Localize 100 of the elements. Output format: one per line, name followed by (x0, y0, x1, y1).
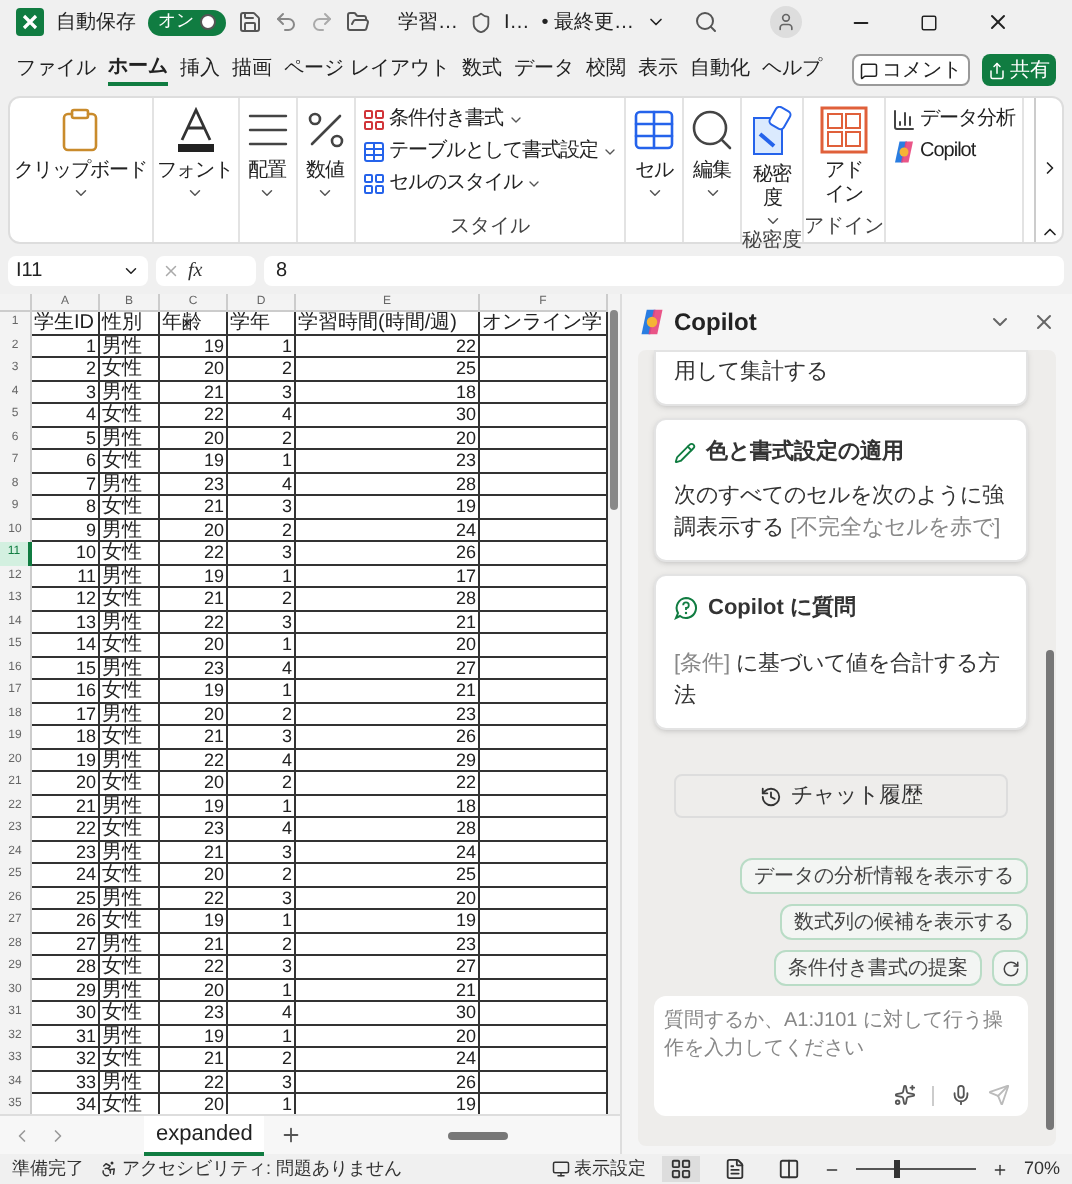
save-icon[interactable] (238, 10, 262, 34)
menu-tab[interactable]: ホーム (108, 54, 168, 86)
caret-icon (258, 184, 276, 202)
folder-icon[interactable] (346, 10, 370, 34)
table-cell: 26 (296, 726, 480, 749)
suggestion-card[interactable]: 色と書式設定の適用 次のすべてのセルを次のように強調表示する [不完全なセルを赤で] (654, 418, 1028, 561)
table-cell: 男性 (100, 841, 160, 864)
comment-button[interactable]: コメント (852, 54, 970, 86)
table-cell: 30 (296, 404, 480, 427)
menu-tab[interactable]: 挿入 (180, 56, 220, 84)
table-cell: 21 (160, 588, 228, 611)
ribbon-button[interactable]: アドイン (816, 98, 872, 208)
formula-field[interactable]: 8 (264, 255, 1064, 285)
menu-tab[interactable]: 校閲 (585, 56, 626, 84)
table-cell: 女性 (100, 910, 160, 933)
ribbon-button[interactable]: 数値 (297, 98, 353, 202)
chat-history-button[interactable]: チャット履歴 (674, 774, 1008, 818)
add-sheet-icon[interactable] (280, 1124, 303, 1146)
insert-function-button[interactable]: fx (188, 255, 203, 285)
menu-tab[interactable]: 表示 (637, 56, 678, 84)
menu-tab[interactable]: 数式 (461, 56, 502, 84)
save-status[interactable]: • 最終更… (541, 7, 635, 37)
zoom-slider[interactable] (855, 1160, 976, 1178)
display-settings[interactable]: 表示設定 (551, 1155, 646, 1183)
table-cell: 19 (160, 795, 228, 818)
table-cell: 女性 (100, 634, 160, 657)
name-box[interactable]: I11 (8, 255, 148, 285)
table-cell: 9 (32, 519, 100, 542)
close-icon[interactable] (986, 10, 1011, 34)
table-cell: 25 (296, 358, 480, 381)
vertical-scrollbar[interactable] (608, 294, 620, 1114)
view-button[interactable] (661, 1156, 700, 1182)
share-button[interactable]: 共有 (982, 54, 1056, 86)
table-cell: 3 (228, 887, 296, 910)
ribbon-button[interactable]: フォント (153, 98, 237, 202)
ribbon-menu-item[interactable]: 条件付き書式 (361, 106, 618, 132)
table-cell: 18 (296, 795, 480, 818)
avatar[interactable] (770, 6, 803, 38)
menu-tab[interactable]: 自動化 (689, 56, 750, 84)
normal-view-icon (669, 1158, 692, 1180)
refresh-button[interactable] (992, 950, 1028, 986)
comment-icon (860, 61, 878, 79)
table-cell: 20 (296, 1025, 480, 1048)
menu-tab[interactable]: ヘルプ (761, 56, 822, 84)
zoom-in-icon[interactable] (991, 1161, 1008, 1177)
suggestion-card[interactable]: Copilot に質問 [条件] に基づいて値を合計する方法 (654, 573, 1028, 730)
table-cell: 23 (160, 818, 228, 841)
sparkle-icon[interactable] (894, 1084, 916, 1106)
autosave-toggle[interactable]: オン (148, 9, 226, 35)
table-cell: 2 (228, 427, 296, 450)
ribbon-menu-item[interactable]: テーブルとして書式設定 (361, 138, 618, 164)
ribbon-menu-item[interactable]: データ分析 (892, 106, 1015, 132)
suggestion-chip[interactable]: データの分析情報を表示する (740, 858, 1028, 894)
table-cell: 29 (296, 749, 480, 772)
table-cell: 19 (32, 749, 100, 772)
prompt-input[interactable]: 質問するか、A1:J101 に対して行う操作を入力してください (654, 996, 1028, 1116)
group-label: 秘密度 (742, 230, 802, 254)
ribbon-menu-item[interactable]: Copilot (892, 138, 1015, 164)
table-cell: 21 (32, 795, 100, 818)
status-text: 準備完了 (12, 1155, 84, 1182)
suggestion-chip[interactable]: 数式列の候補を表示する (780, 904, 1028, 940)
ribbon-button[interactable]: 秘密度 (746, 98, 798, 230)
table-cell: 19 (160, 450, 228, 473)
suggestion-card[interactable]: 用して集計する (654, 350, 1028, 406)
group-label: スタイル (449, 216, 530, 240)
table-cell: 27 (296, 657, 480, 680)
file-name[interactable]: 学習… (398, 7, 458, 37)
slider-thumb[interactable] (894, 1160, 901, 1178)
search-icon[interactable] (694, 10, 719, 34)
undo-icon[interactable] (274, 10, 298, 34)
card-text: 用して集計する (674, 357, 830, 388)
table-cell: 4 (228, 1002, 296, 1025)
suggestion-chip[interactable]: 条件付き書式の提案 (774, 950, 982, 986)
table-cell: 17 (296, 565, 480, 588)
caret-icon (703, 184, 721, 202)
sensitivity-label[interactable]: I… (504, 7, 530, 37)
caret-icon (186, 184, 204, 202)
sheet-tab[interactable]: expanded (144, 1115, 265, 1155)
table-cell: 女性 (100, 1048, 160, 1071)
table-cell: 19 (296, 910, 480, 933)
ribbon-button[interactable]: 配置 (239, 98, 295, 202)
caret-icon (763, 212, 781, 230)
table-cell: 男性 (100, 657, 160, 680)
menu-tab[interactable]: ページ レイアウト (284, 56, 450, 84)
table-cell: 1 (228, 634, 296, 657)
menu-tab[interactable]: 描画 (232, 56, 272, 84)
ribbon-menu-item[interactable]: セルのスタイル (361, 170, 618, 196)
ribbon-button[interactable]: クリップボード (10, 98, 151, 202)
microphone-icon[interactable] (950, 1084, 972, 1106)
ribbon-button[interactable]: セル (626, 98, 682, 202)
ribbon-button[interactable]: 編集 (684, 98, 740, 202)
table-cell: 22 (296, 335, 480, 358)
accessibility-status[interactable]: アクセシビリティ: 問題ありません (100, 1155, 403, 1183)
menu-tab[interactable]: データ (513, 56, 574, 84)
zoom-level[interactable]: 70% (1023, 1155, 1060, 1183)
table-cell: 17 (32, 703, 100, 726)
menu-tab[interactable]: ファイル (16, 56, 96, 84)
maximize-icon[interactable] (920, 13, 939, 31)
table-cell: 1 (228, 450, 296, 473)
table-cell: 4 (228, 473, 296, 496)
